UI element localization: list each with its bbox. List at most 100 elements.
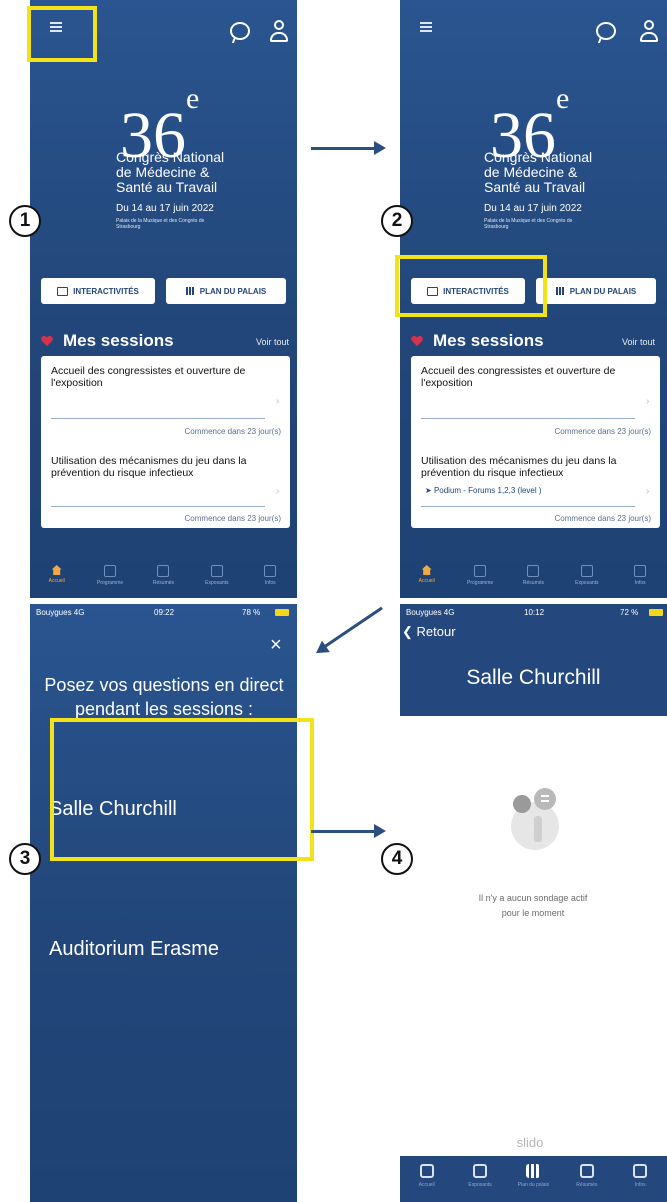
congress-name: Congrès National de Médecine & Santé au Tr… xyxy=(484,149,593,195)
store-icon xyxy=(473,1164,488,1178)
session-2-divider xyxy=(51,506,265,507)
room-auditorium-erasme[interactable]: Auditorium Erasme xyxy=(49,938,219,961)
location-arrow-icon: ➤ xyxy=(425,486,434,495)
chevron-right-icon: › xyxy=(276,486,280,497)
mes-sessions-heading: Mes sessions xyxy=(63,331,174,350)
map-icon xyxy=(526,1164,541,1178)
heart-icon xyxy=(41,336,53,347)
congress-venue: Palais de la Musique et des Congrès de S… xyxy=(116,218,205,230)
heart-icon xyxy=(411,336,423,347)
tab-resumes[interactable]: Résumés xyxy=(513,558,553,586)
message-icon xyxy=(57,286,69,296)
session-1-countdown: Commence dans 23 jour(s) xyxy=(184,427,281,436)
interactivites-button[interactable]: INTERACTIVITÉS xyxy=(41,278,155,304)
session-2-title[interactable]: Utilisation des mécanismes du jeu dans l… xyxy=(421,455,645,479)
bottom-tab-bar: Accueil Programme Résumés Exposants Info… xyxy=(30,558,297,598)
step-badge-1: 1 xyxy=(9,205,41,237)
user-icon[interactable] xyxy=(270,20,288,42)
congress-dates: Du 14 au 17 juin 2022 xyxy=(484,203,582,214)
arrow-right-icon xyxy=(311,141,386,155)
questions-heading: Posez vos questions en direct pendant le… xyxy=(44,675,284,719)
home-icon xyxy=(51,565,62,575)
header: Bouygues 4G 10:12 72 % ❮ Retour Salle Ch… xyxy=(400,604,667,716)
session-2-room: ➤ Podium - Forums 1,2,3 (level ) xyxy=(425,486,542,495)
session-2-divider xyxy=(421,506,635,507)
congress-dates: Du 14 au 17 juin 2022 xyxy=(116,203,214,214)
tab-accueil[interactable]: Accueil xyxy=(403,1156,451,1202)
info-icon xyxy=(264,565,277,577)
tab-programme[interactable]: Programme xyxy=(460,558,500,586)
book-icon xyxy=(527,565,540,577)
highlight-menu xyxy=(27,6,97,62)
highlight-salle-churchill xyxy=(50,718,314,861)
tab-exposants[interactable]: Exposants xyxy=(456,1156,504,1202)
tab-infos[interactable]: Infos xyxy=(250,558,290,586)
bottom-tab-bar: Accueil Exposants Plan du palais Résumés… xyxy=(400,1156,667,1202)
session-1-countdown: Commence dans 23 jour(s) xyxy=(554,427,651,436)
tab-infos[interactable]: Infos xyxy=(620,558,660,586)
step-badge-4: 4 xyxy=(381,843,413,875)
battery-icon xyxy=(275,609,289,616)
tab-resumes[interactable]: Résumés xyxy=(143,558,183,586)
user-icon[interactable] xyxy=(640,20,658,42)
step-badge-3: 3 xyxy=(9,843,41,875)
chat-icon[interactable] xyxy=(596,22,616,40)
tab-plan-du-palais[interactable]: Plan du palais xyxy=(509,1156,557,1202)
info-icon xyxy=(634,565,647,577)
info-icon xyxy=(633,1164,648,1178)
map-icon xyxy=(555,287,565,295)
sessions-card: Accueil des congressistes et ouverture d… xyxy=(41,356,290,528)
screen-3: Bouygues 4G 09:22 78 % × Posez vos quest… xyxy=(30,604,297,1202)
store-icon xyxy=(580,565,593,577)
session-2-countdown: Commence dans 23 jour(s) xyxy=(184,514,281,523)
slido-logo: slido xyxy=(516,1135,544,1150)
session-2-countdown: Commence dans 23 jour(s) xyxy=(554,514,651,523)
chat-icon[interactable] xyxy=(230,22,250,40)
plan-du-palais-button[interactable]: PLAN DU PALAIS xyxy=(536,278,656,304)
voir-tout-link[interactable]: Voir tout xyxy=(622,337,655,347)
store-icon xyxy=(210,565,223,577)
tab-accueil[interactable]: Accueil xyxy=(407,558,447,584)
book-icon xyxy=(579,1164,594,1178)
session-1-title[interactable]: Accueil des congressistes et ouverture d… xyxy=(421,365,645,389)
empty-poll-message: Il n'y a aucun sondage actif pour le mome… xyxy=(478,893,588,918)
step-badge-2: 2 xyxy=(381,205,413,237)
tab-exposants[interactable]: Exposants xyxy=(567,558,607,586)
poll-bubbles-icon xyxy=(511,788,559,850)
calendar-icon xyxy=(104,565,117,577)
chevron-right-icon: › xyxy=(276,396,280,407)
voir-tout-link[interactable]: Voir tout xyxy=(256,337,289,347)
chevron-right-icon: › xyxy=(646,486,650,497)
session-1-title[interactable]: Accueil des congressistes et ouverture d… xyxy=(51,365,275,389)
tab-resumes[interactable]: Résumés xyxy=(563,1156,611,1202)
chevron-left-icon: ❮ xyxy=(402,624,417,639)
mes-sessions-heading: Mes sessions xyxy=(433,331,544,350)
session-2-title[interactable]: Utilisation des mécanismes du jeu dans l… xyxy=(51,455,275,479)
arrow-right-icon xyxy=(311,824,386,838)
status-bar: Bouygues 4G 10:12 72 % xyxy=(400,604,667,622)
status-bar: Bouygues 4G 09:22 78 % xyxy=(30,604,297,622)
home-icon xyxy=(419,1164,434,1178)
tab-programme[interactable]: Programme xyxy=(90,558,130,586)
bottom-tab-bar: Accueil Programme Résumés Exposants Info… xyxy=(400,558,667,598)
back-button[interactable]: ❮ Retour xyxy=(402,624,456,640)
book-icon xyxy=(157,565,170,577)
sessions-card: Accueil des congressistes et ouverture d… xyxy=(411,356,660,528)
close-icon[interactable]: × xyxy=(270,634,282,657)
chevron-right-icon: › xyxy=(646,396,650,407)
tab-infos[interactable]: Infos xyxy=(616,1156,664,1202)
session-1-divider xyxy=(421,418,635,419)
highlight-interactivites xyxy=(395,255,547,317)
screen-1: 36e Congrès National de Médecine & Santé a… xyxy=(30,0,297,598)
map-icon xyxy=(185,287,195,295)
home-icon xyxy=(421,565,432,575)
hamburger-menu-icon[interactable] xyxy=(420,22,432,32)
congress-venue: Palais de la Musique et des Congrès de S… xyxy=(484,218,573,230)
battery-icon xyxy=(649,609,663,616)
arrow-down-left-icon xyxy=(323,606,383,649)
page-title: Salle Churchill xyxy=(466,666,601,689)
plan-du-palais-button[interactable]: PLAN DU PALAIS xyxy=(166,278,286,304)
session-1-divider xyxy=(51,418,265,419)
tab-accueil[interactable]: Accueil xyxy=(37,558,77,584)
tab-exposants[interactable]: Exposants xyxy=(197,558,237,586)
